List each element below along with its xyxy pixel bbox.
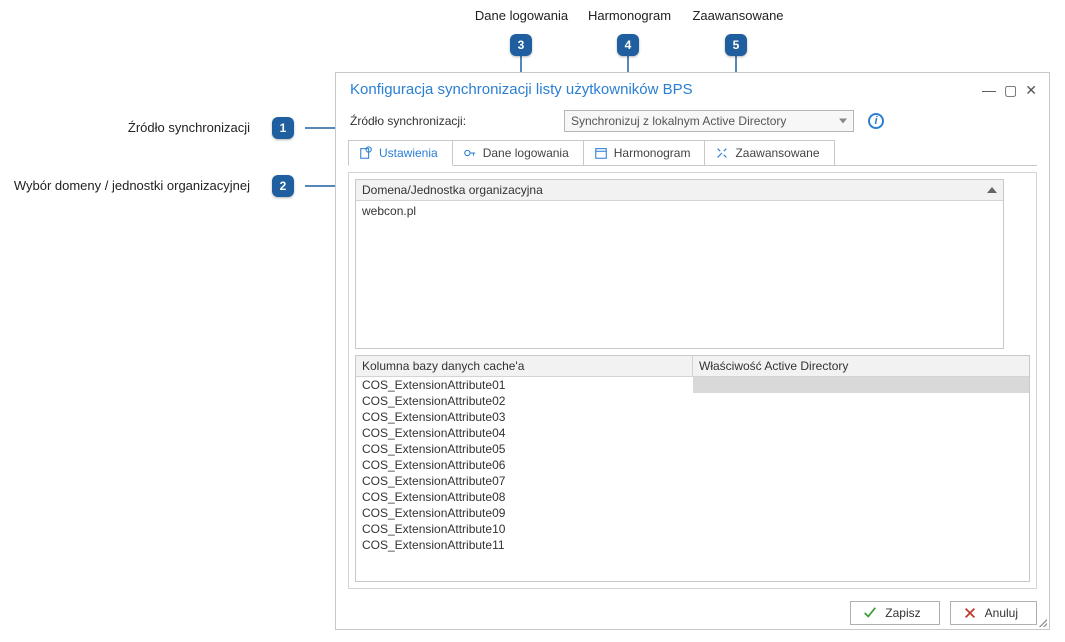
cache-column-cell[interactable]: COS_ExtensionAttribute01 [356,377,693,393]
callout-2-label: Wybór domeny / jednostki organizacyjnej [10,178,250,193]
tab-advanced-label: Zaawansowane [735,146,819,160]
domain-panel: Domena/Jednostka organizacyjna webcon.pl [355,179,1004,349]
domain-list[interactable]: webcon.pl [356,201,1003,348]
calendar-icon [594,146,608,160]
attribute-mapping-panel: Kolumna bazy danych cache'a Właściwość A… [355,355,1030,582]
ad-property-cell-selected[interactable] [693,377,1030,393]
save-button-label: Zapisz [885,606,920,620]
resize-grip[interactable] [1037,617,1047,627]
cache-column-cell[interactable]: COS_ExtensionAttribute05 [356,441,693,457]
sort-asc-icon [987,187,997,193]
cache-column-header[interactable]: Kolumna bazy danych cache'a [356,356,693,376]
config-window: Konfiguracja synchronizacji listy użytko… [335,72,1050,630]
cache-column-cell[interactable]: COS_ExtensionAttribute08 [356,489,693,505]
callout-3-label: Dane logowania [470,8,573,23]
source-dropdown[interactable]: Synchronizuj z lokalnym Active Directory [564,110,854,132]
cache-column-cell[interactable]: COS_ExtensionAttribute11 [356,537,693,553]
cache-column-cell[interactable]: COS_ExtensionAttribute03 [356,409,693,425]
titlebar: Konfiguracja synchronizacji listy użytko… [336,73,1049,98]
callout-3-badge: 3 [510,34,532,56]
minimize-button[interactable]: — [982,83,996,97]
cache-column-cell[interactable]: COS_ExtensionAttribute09 [356,505,693,521]
cancel-button[interactable]: Anuluj [950,601,1037,625]
cache-column-cell[interactable]: COS_ExtensionAttribute10 [356,521,693,537]
source-label: Źródło synchronizacji: [350,114,550,128]
ad-property-header[interactable]: Właściwość Active Directory [693,356,1029,376]
tab-credentials[interactable]: Dane logowania [452,140,584,165]
domain-panel-header-label: Domena/Jednostka organizacyjna [362,183,543,197]
source-dropdown-value: Synchronizuj z lokalnym Active Directory [571,114,786,128]
callout-4-badge: 4 [617,34,639,56]
check-icon [863,606,877,620]
cache-column-cell[interactable]: COS_ExtensionAttribute07 [356,473,693,489]
attribute-mapping-grid[interactable]: COS_ExtensionAttribute01COS_ExtensionAtt… [356,377,1029,581]
domain-panel-header[interactable]: Domena/Jednostka organizacyjna [356,180,1003,201]
save-button[interactable]: Zapisz [850,601,939,625]
settings-icon [359,146,373,160]
tools-icon [715,146,729,160]
callout-4-label: Harmonogram [582,8,677,23]
cancel-icon [963,606,977,620]
window-title: Konfiguracja synchronizacji listy użytko… [350,81,693,98]
info-icon[interactable]: i [868,113,884,129]
key-icon [463,146,477,160]
callout-5-label: Zaawansowane [688,8,788,23]
tab-credentials-label: Dane logowania [483,146,569,160]
cache-column-cell[interactable]: COS_ExtensionAttribute04 [356,425,693,441]
cancel-button-label: Anuluj [985,606,1018,620]
close-button[interactable]: ✕ [1025,83,1037,97]
callout-5-badge: 5 [725,34,747,56]
tab-settings[interactable]: Ustawienia [348,140,453,166]
tab-advanced[interactable]: Zaawansowane [704,140,834,165]
tabstrip: Ustawienia Dane logowania Harmonogram Za… [348,140,1037,166]
domain-row[interactable]: webcon.pl [362,203,997,219]
callout-1-label: Źródło synchronizacji [120,120,250,135]
cache-column-cell[interactable]: COS_ExtensionAttribute06 [356,457,693,473]
maximize-button[interactable]: ▢ [1004,83,1017,97]
tab-schedule[interactable]: Harmonogram [583,140,706,165]
callout-1-badge: 1 [272,117,294,139]
tab-schedule-label: Harmonogram [614,146,691,160]
cache-column-cell[interactable]: COS_ExtensionAttribute02 [356,393,693,409]
tab-content: Domena/Jednostka organizacyjna webcon.pl… [348,172,1037,589]
tab-settings-label: Ustawienia [379,146,438,160]
callout-2-badge: 2 [272,175,294,197]
